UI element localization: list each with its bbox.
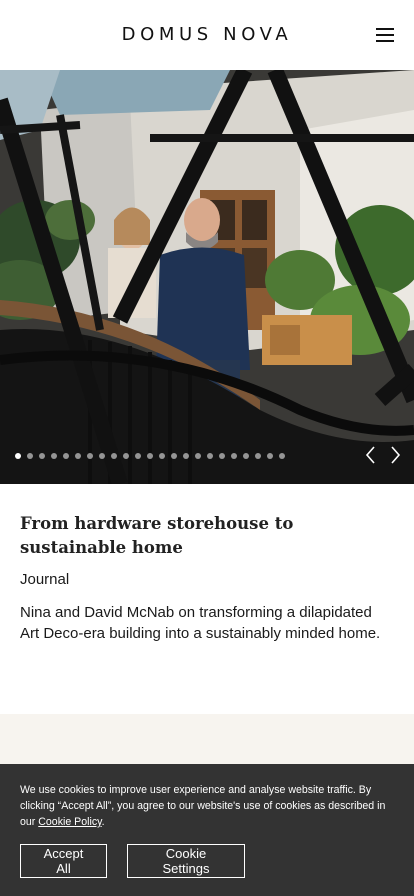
carousel-dot[interactable] [99,453,105,459]
carousel-dot[interactable] [171,453,177,459]
menu-bar [376,34,394,36]
carousel-dot[interactable] [219,453,225,459]
carousel-dot[interactable] [63,453,69,459]
cookie-buttons: Accept All Cookie Settings [20,844,245,878]
carousel-dot[interactable] [15,453,21,459]
article-title[interactable]: From hardware storehouse to sustainable … [20,512,394,560]
cookie-text: We use cookies to improve user experienc… [20,782,394,830]
chevron-left-icon[interactable] [362,444,380,466]
carousel-dot[interactable] [111,453,117,459]
article-category: Journal [20,571,70,588]
carousel-dot[interactable] [279,453,285,459]
carousel-dot[interactable] [51,453,57,459]
carousel-dot[interactable] [243,453,249,459]
carousel-dot[interactable] [147,453,153,459]
cookie-settings-button[interactable]: Cookie Settings [127,844,245,878]
carousel-dot[interactable] [183,453,189,459]
accept-all-button[interactable]: Accept All [20,844,107,878]
chevron-right-icon[interactable] [386,444,404,466]
cookie-text-end: . [101,816,105,828]
carousel-dot[interactable] [39,453,45,459]
carousel-dot[interactable] [159,453,165,459]
cookie-banner: We use cookies to improve user experienc… [0,764,414,896]
hero-photo [0,70,414,484]
carousel-dot[interactable] [123,453,129,459]
hamburger-menu-icon[interactable] [374,24,396,46]
article-description: Nina and David McNab on transforming a d… [20,604,381,642]
hero-carousel[interactable] [0,70,414,484]
carousel-dot[interactable] [267,453,273,459]
site-logo[interactable]: DOMUS NOVA [0,24,414,45]
cookie-policy-link[interactable]: Cookie Policy [38,816,101,828]
carousel-dots [15,453,285,461]
carousel-dot[interactable] [207,453,213,459]
carousel-dot[interactable] [27,453,33,459]
carousel-dot[interactable] [255,453,261,459]
carousel-dot[interactable] [75,453,81,459]
article-card[interactable]: From hardware storehouse to sustainable … [0,484,414,714]
carousel-dot[interactable] [195,453,201,459]
carousel-dot[interactable] [135,453,141,459]
menu-bar [376,28,394,30]
carousel-dot[interactable] [87,453,93,459]
site-header: DOMUS NOVA [0,0,414,70]
carousel-dot[interactable] [231,453,237,459]
menu-bar [376,40,394,42]
